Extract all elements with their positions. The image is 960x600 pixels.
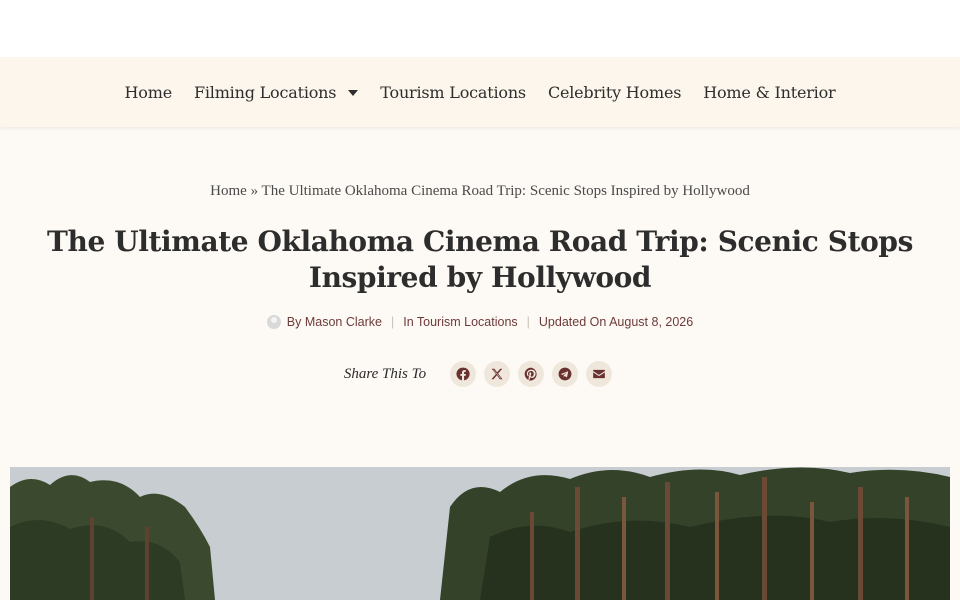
meta-separator: | xyxy=(390,315,395,329)
share-facebook-button[interactable] xyxy=(450,361,477,387)
breadcrumb-current: The Ultimate Oklahoma Cinema Road Trip: … xyxy=(261,183,750,199)
author-link[interactable]: By Mason Clarke xyxy=(287,315,382,329)
nav-item-home-interior[interactable]: Home & Interior xyxy=(692,83,846,102)
nav-label: Home xyxy=(124,82,173,102)
share-label: Share This To xyxy=(343,365,427,382)
nav-item-tourism-locations[interactable]: Tourism Locations xyxy=(369,83,537,102)
pinterest-icon xyxy=(524,367,537,381)
share-telegram-button[interactable] xyxy=(552,361,579,387)
share-bar: Share This To xyxy=(0,361,960,387)
share-pinterest-button[interactable] xyxy=(518,361,545,387)
telegram-icon xyxy=(558,367,572,381)
avatar xyxy=(266,315,281,329)
featured-image xyxy=(10,467,950,600)
post-meta: By Mason Clarke | In Tourism Locations |… xyxy=(0,315,960,329)
nav-item-home[interactable]: Home xyxy=(114,83,183,102)
category-link[interactable]: In Tourism Locations xyxy=(403,315,517,329)
updated-date: Updated On August 8, 2026 xyxy=(538,315,694,329)
site-header xyxy=(0,0,960,57)
breadcrumb-separator: » xyxy=(250,183,259,199)
x-icon xyxy=(491,368,503,380)
nav-item-celebrity-homes[interactable]: Celebrity Homes xyxy=(537,83,692,102)
breadcrumb-home-link[interactable]: Home xyxy=(210,183,247,199)
breadcrumb: Home » The Ultimate Oklahoma Cinema Road… xyxy=(0,183,960,200)
email-icon xyxy=(593,369,605,379)
page-title: The Ultimate Oklahoma Cinema Road Trip: … xyxy=(47,225,913,294)
caret-down-icon[interactable] xyxy=(348,89,359,96)
main-nav: Home Filming Locations Tourism Locations… xyxy=(0,57,960,127)
share-email-button[interactable] xyxy=(586,361,613,387)
nav-item-filming-locations[interactable]: Filming Locations xyxy=(183,83,369,102)
meta-separator: | xyxy=(526,315,530,329)
nav-label: Celebrity Homes xyxy=(547,82,682,102)
nav-label: Home & Interior xyxy=(703,82,836,102)
facebook-icon xyxy=(456,367,470,381)
forest-photo xyxy=(10,467,950,600)
nav-label: Filming Locations xyxy=(193,82,337,102)
nav-label: Tourism Locations xyxy=(380,82,526,102)
share-x-button[interactable] xyxy=(484,361,511,387)
